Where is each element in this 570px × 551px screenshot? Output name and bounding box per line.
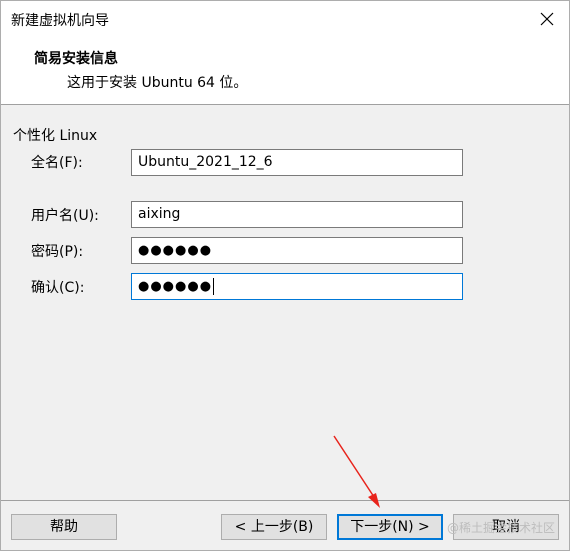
wizard-header: 简易安装信息 这用于安装 Ubuntu 64 位。 <box>1 37 569 103</box>
page-title: 简易安装信息 <box>34 51 118 67</box>
full-name-value: Ubuntu_2021_12_6 <box>138 154 273 170</box>
page-subtitle: 这用于安装 Ubuntu 64 位。 <box>67 75 248 91</box>
next-button[interactable]: 下一步(N) > <box>337 514 443 540</box>
back-button[interactable]: < 上一步(B) <box>221 514 327 540</box>
username-label: 用户名(U): <box>31 208 99 224</box>
close-icon[interactable] <box>535 7 559 31</box>
wizard-footer: 帮助 < 上一步(B) 下一步(N) > 取消 <box>1 501 569 550</box>
password-value: ●●●●●● <box>138 243 213 258</box>
personalize-linux-group-label: 个性化 Linux <box>13 128 98 144</box>
wizard-body: 个性化 Linux 全名(F): Ubuntu_2021_12_6 用户名(U)… <box>1 105 569 500</box>
cancel-button[interactable]: 取消 <box>453 514 559 540</box>
title-bar: 新建虚拟机向导 <box>1 1 569 37</box>
full-name-label: 全名(F): <box>31 155 83 171</box>
help-button[interactable]: 帮助 <box>11 514 117 540</box>
password-input[interactable]: ●●●●●● <box>131 237 463 264</box>
username-input[interactable]: aixing <box>131 201 463 228</box>
confirm-password-value: ●●●●●● <box>138 279 213 294</box>
username-value: aixing <box>138 206 181 222</box>
text-caret <box>213 277 215 295</box>
window-title: 新建虚拟机向导 <box>11 13 109 29</box>
confirm-password-input[interactable]: ●●●●●● <box>131 273 463 300</box>
confirm-password-label: 确认(C): <box>31 280 85 296</box>
password-label: 密码(P): <box>31 244 84 260</box>
full-name-input[interactable]: Ubuntu_2021_12_6 <box>131 149 463 176</box>
new-vm-wizard-window: 新建虚拟机向导 简易安装信息 这用于安装 Ubuntu 64 位。 个性化 Li… <box>0 0 570 551</box>
